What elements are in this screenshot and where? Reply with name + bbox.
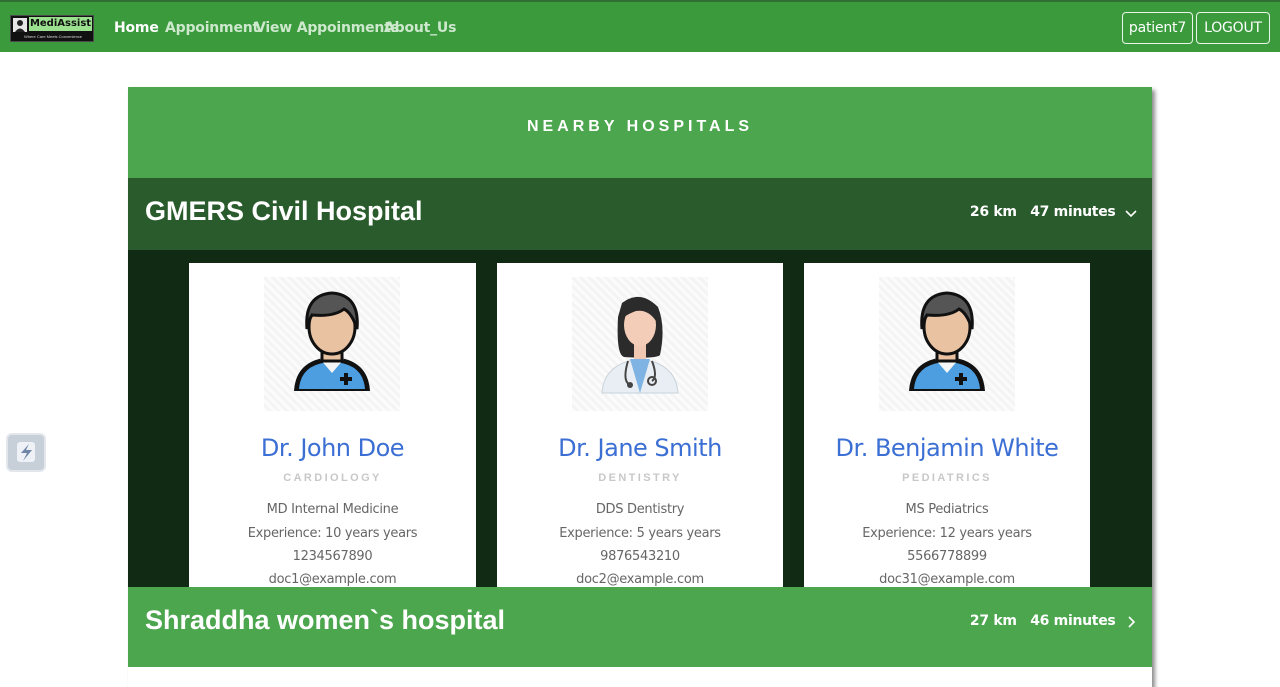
doctor-experience: Experience: 5 years years bbox=[559, 526, 721, 541]
hospital-distance: 26 km bbox=[969, 204, 1017, 220]
doctor-email: doc1@example.com bbox=[268, 572, 397, 587]
chevron-right-icon[interactable] bbox=[1124, 615, 1138, 629]
floating-extension-button[interactable] bbox=[6, 433, 46, 472]
logout-button[interactable]: LOGOUT bbox=[1196, 12, 1270, 44]
male-doctor-icon bbox=[879, 277, 1015, 411]
hospital-duration: 47 minutes bbox=[1030, 204, 1116, 220]
hospital-name: Shraddha women`s hospital bbox=[145, 605, 506, 635]
hospital-distance: 27 km bbox=[969, 613, 1017, 629]
user-profile-button[interactable]: patient7 bbox=[1122, 12, 1193, 44]
nearby-hospitals-panel: NEARBY HOSPITALS GMERS Civil Hospital 26… bbox=[128, 87, 1152, 687]
doctor-specialty: DENTISTRY bbox=[598, 472, 682, 484]
doctor-specialty: PEDIATRICS bbox=[902, 472, 992, 484]
hospital-name: GMERS Civil Hospital bbox=[145, 196, 423, 226]
hospital-meta: 27 km 46 minutes bbox=[961, 613, 1138, 629]
mediassist-logo[interactable]: MediAssist Where Care Meets Convenience bbox=[10, 15, 94, 42]
logo-tagline: Where Care Meets Convenience bbox=[23, 34, 83, 39]
doctor-card[interactable]: Dr. Jane Smith DENTISTRY DDS Dentistry E… bbox=[497, 263, 783, 587]
doctor-name: Dr. Jane Smith bbox=[558, 434, 722, 462]
doctors-list: Dr. John Doe CARDIOLOGY MD Internal Medi… bbox=[128, 250, 1152, 587]
female-doctor-icon bbox=[572, 277, 708, 411]
doctor-experience: Experience: 12 years years bbox=[862, 526, 1032, 541]
doctor-specialty: CARDIOLOGY bbox=[283, 472, 382, 484]
nav-link-view-appointments[interactable]: View Appoinments bbox=[255, 18, 399, 38]
nav-link-home[interactable]: Home bbox=[114, 18, 159, 38]
doctor-degree: DDS Dentistry bbox=[595, 502, 685, 517]
doctor-card[interactable]: Dr. John Doe CARDIOLOGY MD Internal Medi… bbox=[189, 263, 476, 587]
navbar: MediAssist Where Care Meets Convenience … bbox=[0, 0, 1280, 52]
hospital-row-shraddha[interactable]: Shraddha women`s hospital 27 km 46 minut… bbox=[128, 587, 1152, 667]
doctor-phone: 1234567890 bbox=[292, 549, 373, 564]
doctor-email: doc2@example.com bbox=[576, 572, 704, 587]
logo-emblem-icon bbox=[13, 18, 27, 32]
nav-link-about-us[interactable]: About_Us bbox=[384, 18, 456, 38]
male-doctor-icon bbox=[264, 277, 400, 411]
doctor-experience: Experience: 10 years years bbox=[247, 526, 418, 541]
hospital-duration: 46 minutes bbox=[1030, 613, 1116, 629]
doctor-degree: MD Internal Medicine bbox=[266, 502, 399, 517]
panel-title: NEARBY HOSPITALS bbox=[526, 118, 754, 135]
doctor-name: Dr. Benjamin White bbox=[835, 434, 1059, 462]
lightning-icon bbox=[17, 442, 35, 462]
doctor-email: doc31@example.com bbox=[879, 572, 1015, 587]
hospital-row-gmers[interactable]: GMERS Civil Hospital 26 km 47 minutes bbox=[128, 178, 1152, 250]
logo-text: MediAssist bbox=[29, 17, 92, 31]
panel-header: NEARBY HOSPITALS bbox=[128, 87, 1152, 178]
doctor-degree: MS Pediatrics bbox=[905, 502, 989, 517]
nav-link-appointment[interactable]: Appoinment bbox=[165, 18, 259, 38]
hospital-meta: 26 km 47 minutes bbox=[961, 204, 1138, 220]
doctor-phone: 5566778899 bbox=[907, 549, 987, 564]
doctor-phone: 9876543210 bbox=[600, 549, 680, 564]
chevron-down-icon[interactable] bbox=[1124, 206, 1138, 220]
doctor-card[interactable]: Dr. Benjamin White PEDIATRICS MS Pediatr… bbox=[804, 263, 1090, 587]
doctor-name: Dr. John Doe bbox=[260, 434, 405, 462]
